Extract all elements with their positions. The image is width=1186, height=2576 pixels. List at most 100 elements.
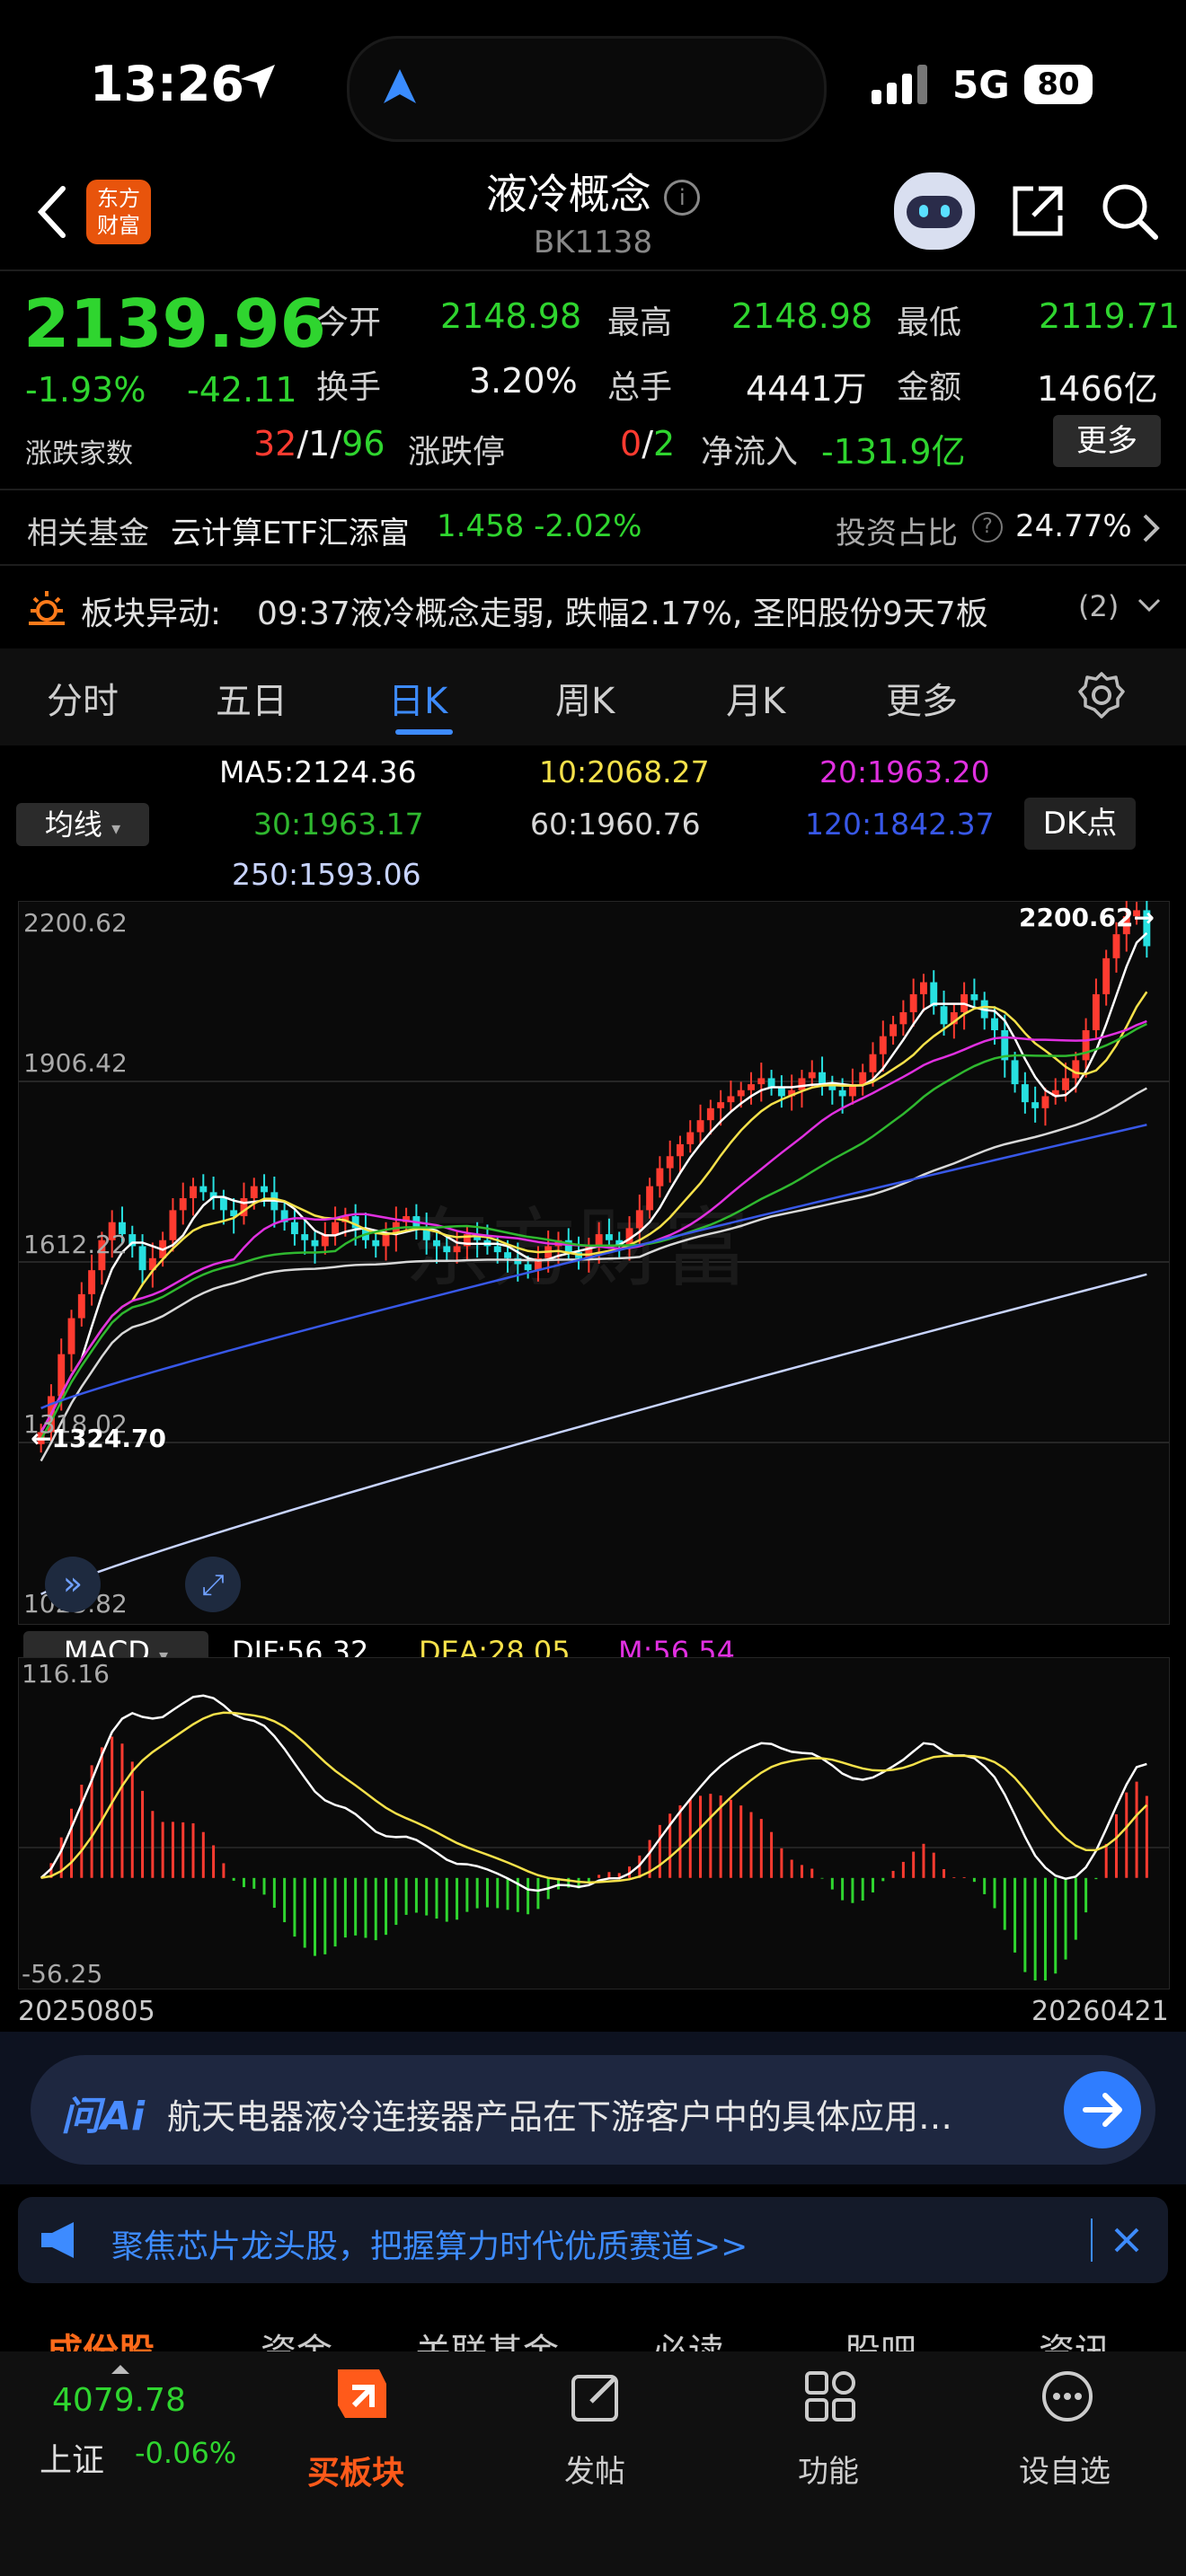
- more-button[interactable]: 更多: [1053, 415, 1161, 467]
- share-icon[interactable]: [1006, 180, 1069, 246]
- candle: [899, 1011, 907, 1025]
- fund-label: 相关基金: [27, 516, 149, 551]
- settings-gear-icon[interactable]: [1076, 670, 1127, 724]
- candle: [179, 1198, 187, 1211]
- tab-more[interactable]: 更多: [886, 672, 958, 724]
- price-axis-label: 1612.22: [23, 1230, 128, 1259]
- candle: [190, 1186, 197, 1199]
- nav-post[interactable]: 发帖: [552, 2369, 642, 2504]
- candle: [1072, 1060, 1080, 1079]
- candle: [1102, 957, 1111, 994]
- candle: [656, 1168, 664, 1187]
- close-icon[interactable]: [1111, 2224, 1143, 2260]
- candle: [777, 1087, 785, 1097]
- max-price-annotation: 2200.62→: [1019, 903, 1155, 932]
- candle: [930, 982, 938, 1007]
- breadth-counts: 32/1/96: [253, 424, 385, 463]
- date-start: 20250805: [18, 1996, 155, 2027]
- battery-level: 80: [1024, 65, 1093, 104]
- tab-weekly-k[interactable]: 周K: [555, 672, 615, 724]
- nav-arrow-icon: [384, 69, 416, 103]
- info-icon[interactable]: i: [664, 179, 701, 216]
- candle: [635, 1210, 643, 1229]
- signal-bars-icon: [872, 65, 931, 108]
- bottom-nav: 4079.78 上证 -0.06% 买板块 发帖 功能 设自选: [0, 2351, 1186, 2576]
- amount-label: 金额: [897, 369, 962, 406]
- macd-axis-top: 116.16: [22, 1659, 110, 1689]
- fund-name[interactable]: 云计算ETF汇添富: [171, 508, 410, 552]
- candle: [991, 1018, 998, 1030]
- candle: [838, 1090, 846, 1097]
- nav-label: 买板块: [307, 2455, 405, 2492]
- candle: [808, 1072, 816, 1079]
- banner-divider: [1091, 2219, 1093, 2262]
- divider: [0, 489, 1186, 490]
- price-axis-label: 1906.42: [23, 1048, 128, 1078]
- macd-axis-bottom: -56.25: [22, 1959, 103, 1989]
- candle: [879, 1036, 887, 1054]
- search-icon[interactable]: [1098, 180, 1161, 246]
- nav-buy-sector[interactable]: 买板块: [302, 2360, 419, 2495]
- tab-monthly-k[interactable]: 月K: [726, 672, 785, 724]
- candle: [748, 1084, 755, 1090]
- investment-ratio-value: 24.77%: [1015, 508, 1132, 544]
- fullscreen-icon[interactable]: ⤢: [185, 1557, 241, 1612]
- breadth-label: 涨跌家数: [25, 438, 133, 470]
- tab-five-day[interactable]: 五日: [216, 672, 288, 724]
- candle: [1062, 1078, 1069, 1090]
- tab-intraday[interactable]: 分时: [47, 672, 119, 724]
- volume-value: 4441万: [746, 369, 867, 409]
- tab-daily-k[interactable]: 日K: [388, 672, 447, 724]
- caret-up-icon: [110, 2362, 131, 2379]
- grid-icon: [803, 2369, 857, 2427]
- candle: [504, 1252, 511, 1258]
- change-amount: -42.11: [187, 370, 297, 410]
- robot-avatar-icon[interactable]: [894, 172, 975, 250]
- low-value: 2119.71: [1039, 296, 1181, 336]
- alert-text[interactable]: 09:37液冷概念走弱, 跌幅2.17%, 圣阳股份9天7板: [257, 587, 988, 634]
- kline-chart[interactable]: 东方财富 2200.62 1906.42 1612.22 1318.02 102…: [17, 898, 1171, 1626]
- candle: [524, 1264, 532, 1271]
- ma20-value: 20:1963.20: [819, 754, 990, 790]
- candle: [1082, 1029, 1090, 1061]
- high-value: 2148.98: [731, 296, 873, 336]
- buy-sector-icon: [329, 2360, 395, 2430]
- promo-banner[interactable]: 聚焦芯片龙头股，把握算力时代优质赛道>>: [18, 2197, 1168, 2283]
- candle: [940, 1006, 948, 1025]
- open-value: 2148.98: [440, 296, 582, 336]
- divider: [0, 269, 1186, 271]
- nav-label: 发帖: [564, 2454, 625, 2490]
- high-label: 最高: [607, 304, 673, 341]
- candle: [1031, 1102, 1040, 1108]
- dk-point-button[interactable]: DK点: [1024, 798, 1136, 850]
- macd-chart[interactable]: 116.16 -56.25: [17, 1656, 1171, 1990]
- candle: [311, 1239, 319, 1247]
- chevron-right-icon[interactable]: [1141, 512, 1161, 548]
- candle: [250, 1186, 258, 1199]
- candle: [88, 1270, 96, 1294]
- alert-count[interactable]: (2): [1078, 589, 1119, 623]
- ma5-value: MA5:2124.36: [219, 754, 417, 790]
- index-value[interactable]: 4079.78: [52, 2382, 186, 2419]
- nav-functions[interactable]: 功能: [787, 2369, 877, 2504]
- candle: [890, 1024, 898, 1037]
- help-icon[interactable]: ?: [972, 512, 1003, 543]
- expand-arrow-icon[interactable]: »: [45, 1557, 101, 1612]
- ma-selector[interactable]: 均线 ▾: [16, 803, 149, 846]
- ai-assistant-bar[interactable]: 问Ai 航天电器液冷连接器产品在下游客户中的具体应用…: [31, 2055, 1155, 2165]
- ma30-value: 30:1963.17: [253, 807, 424, 842]
- dropdown-caret-icon: ▾: [111, 817, 121, 839]
- location-arrow-icon: [235, 59, 280, 108]
- nav-customize[interactable]: 设自选: [1012, 2369, 1128, 2504]
- candle: [909, 993, 917, 1012]
- candle: [869, 1054, 877, 1072]
- candle: [77, 1293, 85, 1319]
- date-end: 20260421: [1031, 1996, 1169, 2027]
- dynamic-island: [347, 36, 827, 142]
- candle: [605, 1234, 613, 1240]
- candle: [1021, 1084, 1029, 1103]
- chevron-down-icon[interactable]: [1136, 596, 1163, 618]
- volume-label: 总手: [607, 369, 673, 406]
- send-arrow-icon[interactable]: [1064, 2071, 1141, 2148]
- candle: [767, 1078, 775, 1088]
